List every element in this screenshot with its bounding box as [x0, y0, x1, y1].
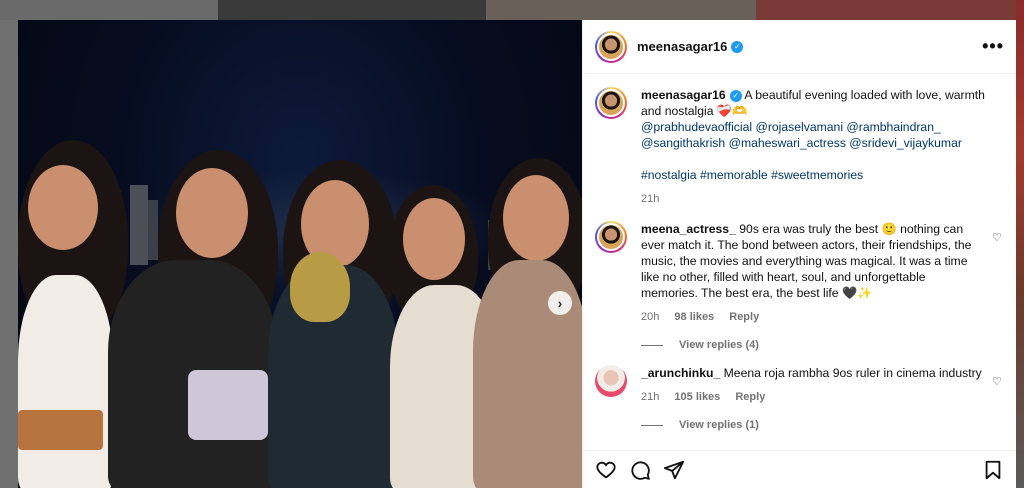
avatar[interactable]	[595, 30, 627, 63]
backdrop-thumb	[756, 0, 1024, 20]
verified-icon: ✓	[731, 40, 744, 53]
backdrop-thumb	[486, 0, 756, 20]
avatar[interactable]	[595, 87, 627, 119]
avatar[interactable]	[595, 221, 627, 253]
backdrop-thumb	[218, 0, 486, 20]
caption-meta: 21h	[641, 191, 1004, 207]
caption: meenasagar16 ✓ A beautiful evening loaded…	[595, 87, 1004, 207]
comment-likes[interactable]: 105 likes	[674, 391, 720, 403]
view-replies-label: View replies (1)	[679, 419, 759, 431]
comment-icon[interactable]	[629, 459, 651, 481]
comment-time[interactable]: 20h	[641, 311, 659, 323]
person-body	[18, 275, 113, 488]
post-username[interactable]: meenasagar16	[637, 39, 727, 54]
bookmark-icon[interactable]	[982, 459, 1004, 481]
caption-text-block: meenasagar16 ✓ A beautiful evening loaded…	[641, 87, 1004, 207]
backdrop-thumb	[0, 0, 218, 20]
post-modal: › meenasagar16 ✓ ••• meenasagar16 ✓ A bea…	[18, 20, 1016, 488]
comment-time[interactable]: 21h	[641, 391, 659, 403]
post-photo[interactable]: ›	[18, 20, 582, 488]
person-face	[28, 165, 98, 250]
post-actions	[583, 450, 1016, 488]
caption-mentions[interactable]: @prabhudevaofficial @rojaselvamani @ramb…	[641, 120, 941, 134]
person-face	[403, 198, 465, 280]
more-options-icon[interactable]: •••	[982, 36, 1004, 57]
view-replies-label: View replies (4)	[679, 339, 759, 351]
caption-time[interactable]: 21h	[641, 193, 659, 205]
comment-username[interactable]: meena_actress_	[641, 222, 736, 236]
caption-hashtags[interactable]: #nostalgia #memorable #sweetmemories	[641, 168, 863, 182]
divider	[641, 344, 663, 346]
comment-body: meena_actress_ 90s era was truly the bes…	[641, 221, 984, 325]
heart-icon[interactable]: ♡	[992, 375, 1004, 388]
verified-icon: ✓	[729, 90, 742, 102]
heart-icon[interactable]	[595, 459, 617, 481]
share-icon[interactable]	[663, 459, 685, 481]
comment-item: _arunchinku_ Meena roja rambha 9os ruler…	[595, 365, 1004, 405]
building	[130, 185, 148, 265]
person-necklace	[290, 252, 350, 322]
person-face	[176, 168, 248, 258]
comment-meta: 20h 98 likes Reply	[641, 309, 984, 325]
comment-text: Meena roja rambha 9os ruler in cinema in…	[723, 366, 982, 380]
avatar[interactable]	[595, 365, 627, 397]
comment-reply-button[interactable]: Reply	[729, 311, 759, 323]
comment-item: meena_actress_ 90s era was truly the bes…	[595, 221, 1004, 325]
building	[148, 200, 158, 260]
view-replies-button[interactable]: View replies (4)	[641, 339, 1004, 351]
person-sleeve	[188, 370, 268, 440]
post-header: meenasagar16 ✓ •••	[583, 20, 1016, 74]
caption-username[interactable]: meenasagar16	[641, 88, 726, 102]
view-replies-button[interactable]: View replies (1)	[641, 419, 1004, 431]
comment-meta: 21h 105 likes Reply	[641, 389, 984, 405]
person-face	[503, 175, 569, 261]
comment-likes[interactable]: 98 likes	[674, 311, 714, 323]
comment-reply-button[interactable]: Reply	[735, 391, 765, 403]
caption-mentions[interactable]: @sangithakrish @maheswari_actress @sride…	[641, 136, 962, 150]
post-side-panel: meenasagar16 ✓ ••• meenasagar16 ✓ A beaut…	[582, 20, 1016, 488]
chevron-right-icon[interactable]: ›	[548, 291, 572, 315]
comment-username[interactable]: _arunchinku_	[641, 366, 720, 380]
person-belt	[18, 410, 103, 450]
backdrop-edge	[1016, 0, 1024, 488]
comments-list: meenasagar16 ✓ A beautiful evening loaded…	[583, 75, 1016, 437]
heart-icon[interactable]: ♡	[992, 231, 1004, 244]
comment-body: _arunchinku_ Meena roja rambha 9os ruler…	[641, 365, 984, 405]
divider	[641, 424, 663, 426]
